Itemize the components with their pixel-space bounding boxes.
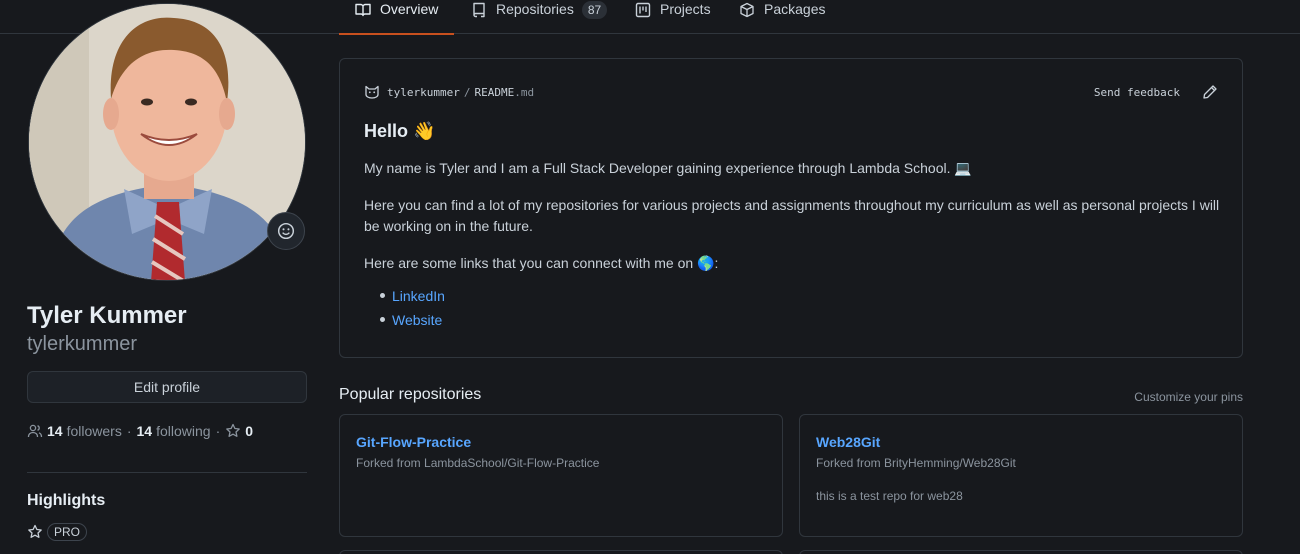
repo-icon	[473, 2, 485, 18]
follow-stats: 14 followers · 14 following · 0	[27, 422, 257, 440]
profile-page: Overview Repositories 87 Projects Packag…	[0, 0, 1300, 554]
repo-fork-source: Forked from BrityHemming/Web28Git	[816, 456, 1016, 470]
followers-count: 14	[47, 423, 63, 439]
package-icon	[740, 2, 754, 18]
smiley-cat-icon	[365, 85, 379, 99]
repo-card	[799, 550, 1243, 554]
readme-box: tylerkummer / README .md Send feedback H…	[339, 58, 1243, 358]
readme-paragraph: My name is Tyler and I am a Full Stack D…	[364, 160, 972, 176]
repo-card: Git-Flow-Practice Forked from LambdaScho…	[339, 414, 783, 537]
readme-path: tylerkummer / README .md	[364, 84, 534, 100]
popular-repos-title: Popular repositories	[339, 386, 482, 403]
star-icon	[28, 524, 42, 538]
stars-count: 0	[245, 423, 254, 439]
tab-repositories[interactable]: Repositories 87	[471, 0, 608, 34]
followers-link[interactable]: 14 followers	[47, 423, 122, 439]
tab-repositories-label: Repositories	[496, 1, 574, 17]
readme-paragraph: Here you can find a lot of my repositori…	[364, 197, 1220, 234]
pro-badge: PRO	[47, 523, 88, 541]
avatar[interactable]	[28, 3, 306, 281]
people-icon	[27, 424, 43, 438]
set-status-button[interactable]	[267, 212, 305, 250]
repo-fork-source: Forked from LambdaSchool/Git-Flow-Practi…	[356, 456, 600, 470]
project-icon	[635, 2, 651, 18]
list-item: LinkedIn	[364, 284, 1224, 308]
readme-owner[interactable]: tylerkummer	[387, 86, 460, 99]
send-feedback-link[interactable]: Send feedback	[1094, 86, 1180, 99]
tab-overview-label: Overview	[380, 1, 439, 17]
readme-file[interactable]: README	[474, 86, 514, 99]
repo-card: Web28Git Forked from BrityHemming/Web28G…	[799, 414, 1243, 537]
smiley-icon	[277, 222, 295, 240]
stars-link[interactable]: 0	[225, 423, 257, 439]
repo-card	[339, 550, 783, 554]
edit-profile-button[interactable]: Edit profile	[27, 371, 307, 403]
linkedin-link[interactable]: LinkedIn	[392, 288, 445, 304]
readme-heading: Hello 👋	[364, 121, 436, 141]
star-icon	[226, 423, 241, 437]
followers-label: followers	[66, 423, 122, 439]
profile-full-name: Tyler Kummer	[27, 302, 187, 329]
tab-projects[interactable]: Projects	[635, 0, 711, 34]
highlights-pro: PRO	[27, 523, 88, 541]
list-item: Website	[364, 308, 1224, 332]
avatar-photo	[29, 4, 305, 280]
book-icon	[355, 3, 371, 17]
readme-content: Hello 👋 My name is Tyler and I am a Full…	[364, 121, 1224, 332]
repo-description: this is a test repo for web28	[816, 489, 963, 503]
tab-packages-label: Packages	[764, 1, 826, 17]
tab-packages[interactable]: Packages	[739, 0, 825, 34]
pencil-icon[interactable]	[1202, 84, 1218, 100]
tab-overview[interactable]: Overview	[338, 0, 455, 35]
readme-ext: .md	[514, 85, 535, 99]
repositories-counter: 87	[581, 1, 608, 19]
profile-login: tylerkummer	[27, 333, 138, 355]
following-label: following	[156, 423, 211, 439]
separator-dot: ·	[215, 423, 221, 439]
readme-paragraph: Here are some links that you can connect…	[364, 255, 719, 271]
readme-links-list: LinkedIn Website	[364, 284, 1224, 332]
sidebar-divider	[27, 472, 307, 473]
separator-dot: ·	[126, 423, 132, 439]
repo-name-link[interactable]: Git-Flow-Practice	[356, 434, 471, 450]
following-count: 14	[136, 423, 153, 439]
following-link[interactable]: 14 following	[137, 423, 211, 439]
website-link[interactable]: Website	[392, 312, 442, 328]
repo-name-link[interactable]: Web28Git	[816, 434, 880, 450]
highlights-title: Highlights	[27, 492, 106, 509]
customize-pins-link[interactable]: Customize your pins	[1134, 390, 1243, 404]
path-separator: /	[463, 85, 471, 99]
tab-projects-label: Projects	[660, 1, 711, 17]
